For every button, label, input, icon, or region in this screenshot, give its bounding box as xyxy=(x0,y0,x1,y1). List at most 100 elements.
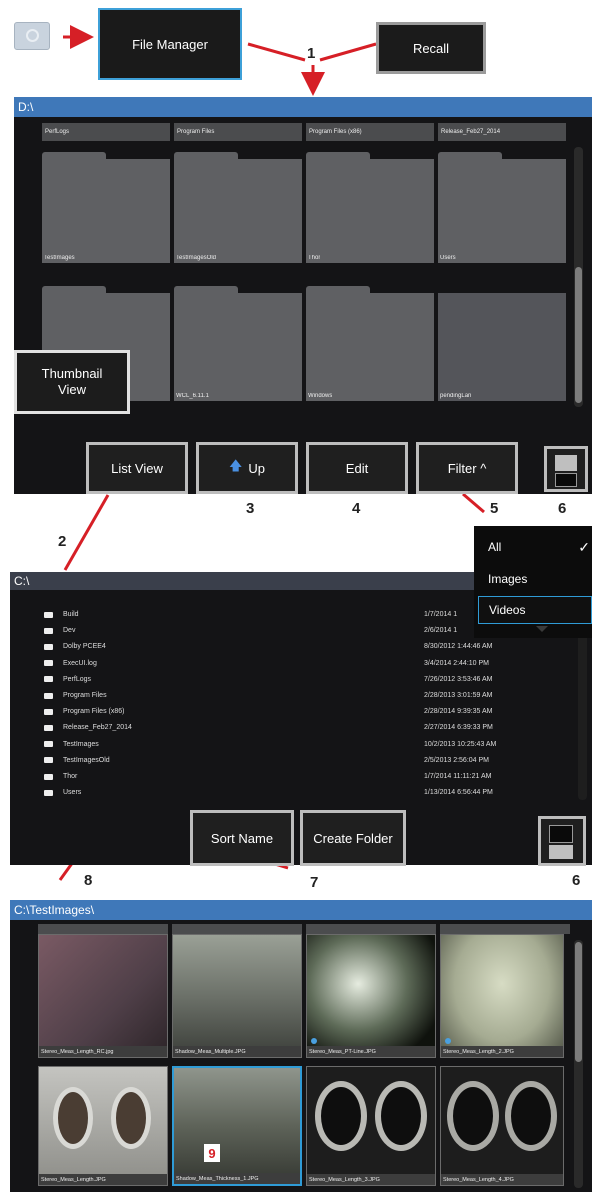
folder-label: Thor xyxy=(308,255,321,261)
file-date: 2/28/2013 3:01:59 AM xyxy=(424,692,493,699)
folder-icon xyxy=(44,789,53,796)
file-date: 3/4/2014 2:44:10 PM xyxy=(424,659,489,667)
image-thumbnail[interactable]: Stereo_Meas_Length_4.JPG xyxy=(440,1066,564,1186)
folder-label: TestImagesOld xyxy=(176,255,217,261)
file-date: 10/2/2013 10:25:43 AM xyxy=(424,740,497,748)
callout-8: 8 xyxy=(84,872,93,889)
filter-option-all[interactable]: All ✓ xyxy=(474,532,592,562)
file-name: ExecUI.log xyxy=(63,659,97,667)
create-folder-button[interactable]: Create Folder xyxy=(300,810,406,866)
thumbnail-view-label: Thumbnail View xyxy=(41,366,103,397)
folder-tile[interactable]: TestImagesOld xyxy=(174,152,302,263)
thumbnail-caption: Shadow_Meas_Thickness_1.JPG xyxy=(174,1173,300,1184)
lens-right xyxy=(375,1081,427,1151)
folder-icon xyxy=(44,741,53,748)
image-thumbnail[interactable]: Stereo_Meas_Length.JPG xyxy=(38,1066,168,1186)
file-list-row[interactable]: TestImages 10/2/2013 10:25:43 AM xyxy=(30,738,560,751)
file-date: 2/27/2014 6:39:33 PM xyxy=(424,724,493,732)
edit-button[interactable]: Edit xyxy=(306,442,408,494)
filter-option-videos[interactable]: Videos xyxy=(478,596,592,624)
folder-label: TestImages xyxy=(44,255,75,261)
file-name: TestImagesOld xyxy=(63,756,110,764)
file-list-row[interactable]: Users 1/13/2014 6:56:44 PM xyxy=(30,786,560,799)
folder-tile[interactable]: Users xyxy=(438,152,566,263)
folder-icon xyxy=(44,724,53,731)
callout-1: 1 xyxy=(307,45,316,62)
file-date: 2/28/2014 9:39:35 AM xyxy=(424,708,493,716)
file-manager-button[interactable]: File Manager xyxy=(98,8,242,80)
image-thumbnail[interactable]: Shadow_Meas_Multiple.JPG xyxy=(172,934,302,1058)
view-toggle-button[interactable] xyxy=(538,816,586,866)
callout-4: 4 xyxy=(352,500,361,517)
folder-icon xyxy=(44,676,53,683)
filter-option-label: All xyxy=(488,540,502,554)
filter-option-images[interactable]: Images xyxy=(474,564,592,594)
callout-6: 6 xyxy=(558,500,567,517)
file-date: 1/13/2014 6:56:44 PM xyxy=(424,789,493,797)
file-name: Program Files (x86) xyxy=(63,708,125,716)
file-list-row[interactable]: TestImagesOld 2/5/2013 2:56:04 PM xyxy=(30,754,560,767)
up-button[interactable]: 🡅 Up xyxy=(196,442,298,494)
thumbnail-view-button[interactable]: Thumbnail View xyxy=(14,350,130,414)
filter-button[interactable]: Filter ^ xyxy=(416,442,518,494)
folder-label: Windows xyxy=(308,393,333,399)
thumb-header xyxy=(440,924,570,934)
toggle-upper-icon xyxy=(555,455,577,471)
pane3-path-bar: C:\TestImages\ xyxy=(10,900,592,920)
file-list-row[interactable]: PerfLogs 7/26/2012 3:53:46 AM xyxy=(30,673,560,686)
callout-7: 7 xyxy=(310,874,319,891)
toggle-lower-icon xyxy=(549,845,573,859)
file-date: 7/26/2012 3:53:46 AM xyxy=(424,675,493,683)
file-name: Thor xyxy=(63,773,78,780)
folder-tile[interactable]: Windows xyxy=(306,286,434,401)
thumbnail-caption: Stereo_Meas_Length_4.JPG xyxy=(441,1174,563,1185)
file-name: TestImages xyxy=(63,740,99,748)
sort-name-button[interactable]: Sort Name xyxy=(190,810,294,866)
thumbnail-caption: Stereo_Meas_Length_2.JPG xyxy=(441,1046,563,1057)
file-name: Dev xyxy=(63,627,76,635)
file-list-row[interactable]: Thor 1/7/2014 11:11:21 AM xyxy=(30,770,560,783)
folder-icon xyxy=(44,627,53,634)
callout-2: 2 xyxy=(58,533,67,550)
folder-header[interactable]: Release_Feb27_2014 xyxy=(438,123,566,141)
scrollbar-thumb[interactable] xyxy=(575,942,582,1062)
file-list-row[interactable]: Program Files (x86) 2/28/2014 9:39:35 AM xyxy=(30,705,560,718)
pane1-scrollbar[interactable] xyxy=(574,147,583,407)
image-thumbnail[interactable]: Stereo_Meas_Length_3.JPG xyxy=(306,1066,436,1186)
scrollbar-thumb[interactable] xyxy=(575,267,582,403)
list-view-button[interactable]: List View xyxy=(86,442,188,494)
folder-header[interactable]: Program Files (x86) xyxy=(306,123,434,141)
file-list-row[interactable]: Dolby PCEE4 8/30/2012 1:44:46 AM xyxy=(30,640,560,653)
lens-left xyxy=(315,1081,367,1151)
file-list-row[interactable]: Program Files 2/28/2013 3:01:59 AM xyxy=(30,689,560,702)
pane3-scrollbar[interactable] xyxy=(574,940,583,1188)
recall-button[interactable]: Recall xyxy=(376,22,486,74)
file-date: 1/7/2014 1 xyxy=(424,611,458,618)
file-list-row[interactable]: ExecUI.log 3/4/2014 2:44:10 PM xyxy=(30,657,560,670)
folder-tile[interactable]: TestImages xyxy=(42,152,170,263)
folder-icon xyxy=(44,660,53,667)
folder-header[interactable]: PerfLogs xyxy=(42,123,170,141)
filter-menu: All ✓ Images Videos xyxy=(474,526,592,638)
folder-tile[interactable]: Thor xyxy=(306,152,434,263)
thumb-header xyxy=(38,924,168,934)
app-icon[interactable] xyxy=(14,22,50,50)
file-list-row[interactable]: Release_Feb27_2014 2/27/2014 6:39:33 PM xyxy=(30,721,560,734)
pane1-file-browser: PerfLogs Program Files Program Files (x8… xyxy=(14,117,592,494)
image-thumbnail[interactable]: Stereo_Meas_Length_RC.jpg xyxy=(38,934,168,1058)
folder-tile[interactable]: pendingLan xyxy=(438,293,566,401)
folder-header[interactable]: Program Files xyxy=(174,123,302,141)
image-thumbnail[interactable]: Stereo_Meas_PT-Line.JPG xyxy=(306,934,436,1058)
image-thumbnail-selected[interactable]: 9 Shadow_Meas_Thickness_1.JPG xyxy=(172,1066,302,1186)
image-thumbnail[interactable]: Stereo_Meas_Length_2.JPG xyxy=(440,934,564,1058)
folder-icon xyxy=(44,692,53,699)
menu-pointer-icon xyxy=(536,626,548,632)
view-toggle-button[interactable] xyxy=(544,446,588,492)
folder-tile[interactable]: WCL_6.11.1 xyxy=(174,286,302,401)
video-indicator-icon xyxy=(445,1038,451,1044)
callout-5: 5 xyxy=(490,500,499,517)
file-date: 1/7/2014 11:11:21 AM xyxy=(424,773,492,780)
lens-right xyxy=(111,1087,151,1149)
up-label: Up xyxy=(248,460,265,476)
lens-left xyxy=(53,1087,93,1149)
